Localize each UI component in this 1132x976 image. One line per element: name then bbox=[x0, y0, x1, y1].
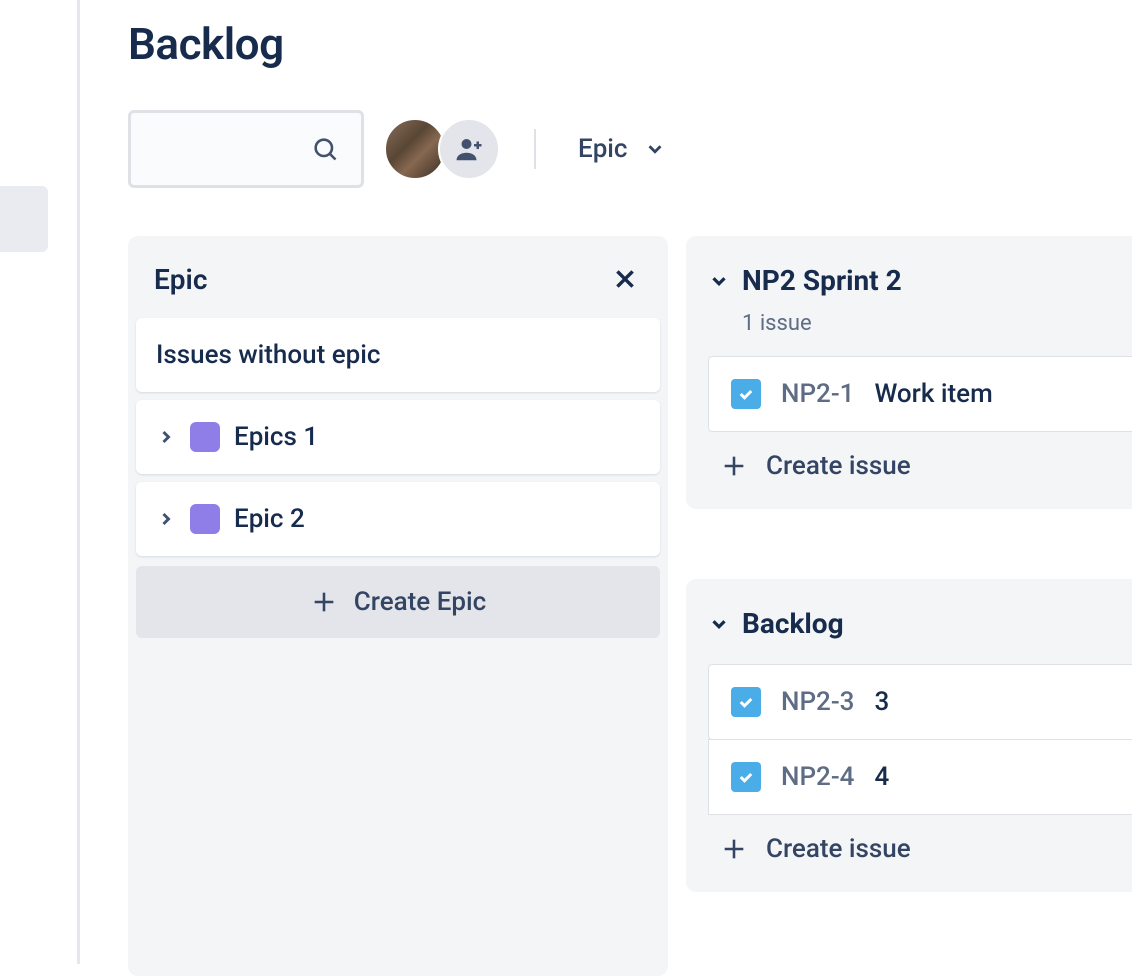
issue-summary: 3 bbox=[874, 687, 889, 717]
issue-key: NP2-4 bbox=[781, 762, 854, 792]
epic-name: Epic 2 bbox=[234, 504, 305, 534]
chevron-down-icon bbox=[644, 138, 666, 160]
issue-row[interactable]: NP2-1 Work item bbox=[708, 356, 1132, 432]
sprint-issue-count: 1 issue bbox=[742, 311, 1132, 336]
issues-without-epic[interactable]: Issues without epic bbox=[136, 318, 660, 392]
issue-summary: 4 bbox=[874, 762, 889, 792]
task-icon bbox=[731, 687, 761, 717]
task-icon bbox=[731, 762, 761, 792]
task-icon bbox=[731, 379, 761, 409]
create-issue-button[interactable]: Create issue bbox=[708, 814, 1132, 870]
issue-key: NP2-3 bbox=[781, 687, 854, 717]
epic-panel-header: Epic bbox=[136, 244, 660, 318]
issue-row[interactable]: NP2-4 4 bbox=[708, 739, 1132, 815]
toolbar: Epic bbox=[128, 110, 1132, 188]
epic-color-swatch bbox=[190, 504, 220, 534]
backlog-header[interactable]: Backlog bbox=[708, 607, 1132, 640]
backlog-title: Backlog bbox=[742, 607, 844, 640]
chevron-down-icon bbox=[708, 270, 730, 292]
epic-item[interactable]: Epics 1 bbox=[136, 400, 660, 474]
chevron-down-icon bbox=[708, 613, 730, 635]
sprint-header[interactable]: NP2 Sprint 2 bbox=[708, 264, 1132, 297]
epic-item[interactable]: Epic 2 bbox=[136, 482, 660, 556]
page-title: Backlog bbox=[128, 18, 1132, 70]
search-input[interactable] bbox=[128, 110, 364, 188]
chevron-right-icon bbox=[156, 509, 176, 529]
toolbar-divider bbox=[534, 129, 536, 169]
create-issue-label: Create issue bbox=[766, 834, 911, 864]
plus-icon bbox=[720, 835, 748, 863]
add-user-button[interactable] bbox=[438, 118, 500, 180]
chevron-right-icon bbox=[156, 427, 176, 447]
search-icon bbox=[311, 135, 339, 163]
epic-color-swatch bbox=[190, 422, 220, 452]
sprint-title: NP2 Sprint 2 bbox=[742, 264, 902, 297]
left-rail bbox=[0, 0, 80, 964]
create-epic-button[interactable]: Create Epic bbox=[136, 566, 660, 638]
add-user-icon bbox=[454, 134, 484, 164]
epic-panel-title: Epic bbox=[154, 263, 207, 296]
create-epic-label: Create Epic bbox=[354, 587, 486, 617]
user-avatar[interactable] bbox=[384, 118, 446, 180]
backlog-column: NP2 Sprint 2 1 issue NP2-1 Work item Cre… bbox=[686, 236, 1132, 976]
close-icon bbox=[612, 266, 638, 292]
avatar-stack bbox=[384, 118, 500, 180]
plus-icon bbox=[720, 452, 748, 480]
backlog-section: Backlog NP2-3 3 NP2-4 4 bbox=[686, 579, 1132, 892]
sidebar-collapsed-item[interactable] bbox=[0, 186, 48, 252]
epic-name: Epics 1 bbox=[234, 422, 318, 452]
create-issue-label: Create issue bbox=[766, 451, 911, 481]
epic-panel: Epic Issues without epic Epics 1 bbox=[128, 236, 668, 976]
create-issue-button[interactable]: Create issue bbox=[708, 431, 1132, 487]
issue-row[interactable]: NP2-3 3 bbox=[708, 664, 1132, 740]
plus-icon bbox=[310, 588, 338, 616]
main-content: Backlog Epic bbox=[128, 0, 1132, 964]
issues-without-epic-label: Issues without epic bbox=[156, 340, 380, 370]
epic-filter-label: Epic bbox=[578, 134, 628, 164]
epic-filter-dropdown[interactable]: Epic bbox=[570, 128, 674, 170]
issue-summary: Work item bbox=[874, 379, 992, 409]
issue-key: NP2-1 bbox=[781, 379, 854, 409]
epic-panel-close-button[interactable] bbox=[608, 262, 642, 296]
sprint-section: NP2 Sprint 2 1 issue NP2-1 Work item Cre… bbox=[686, 236, 1132, 509]
